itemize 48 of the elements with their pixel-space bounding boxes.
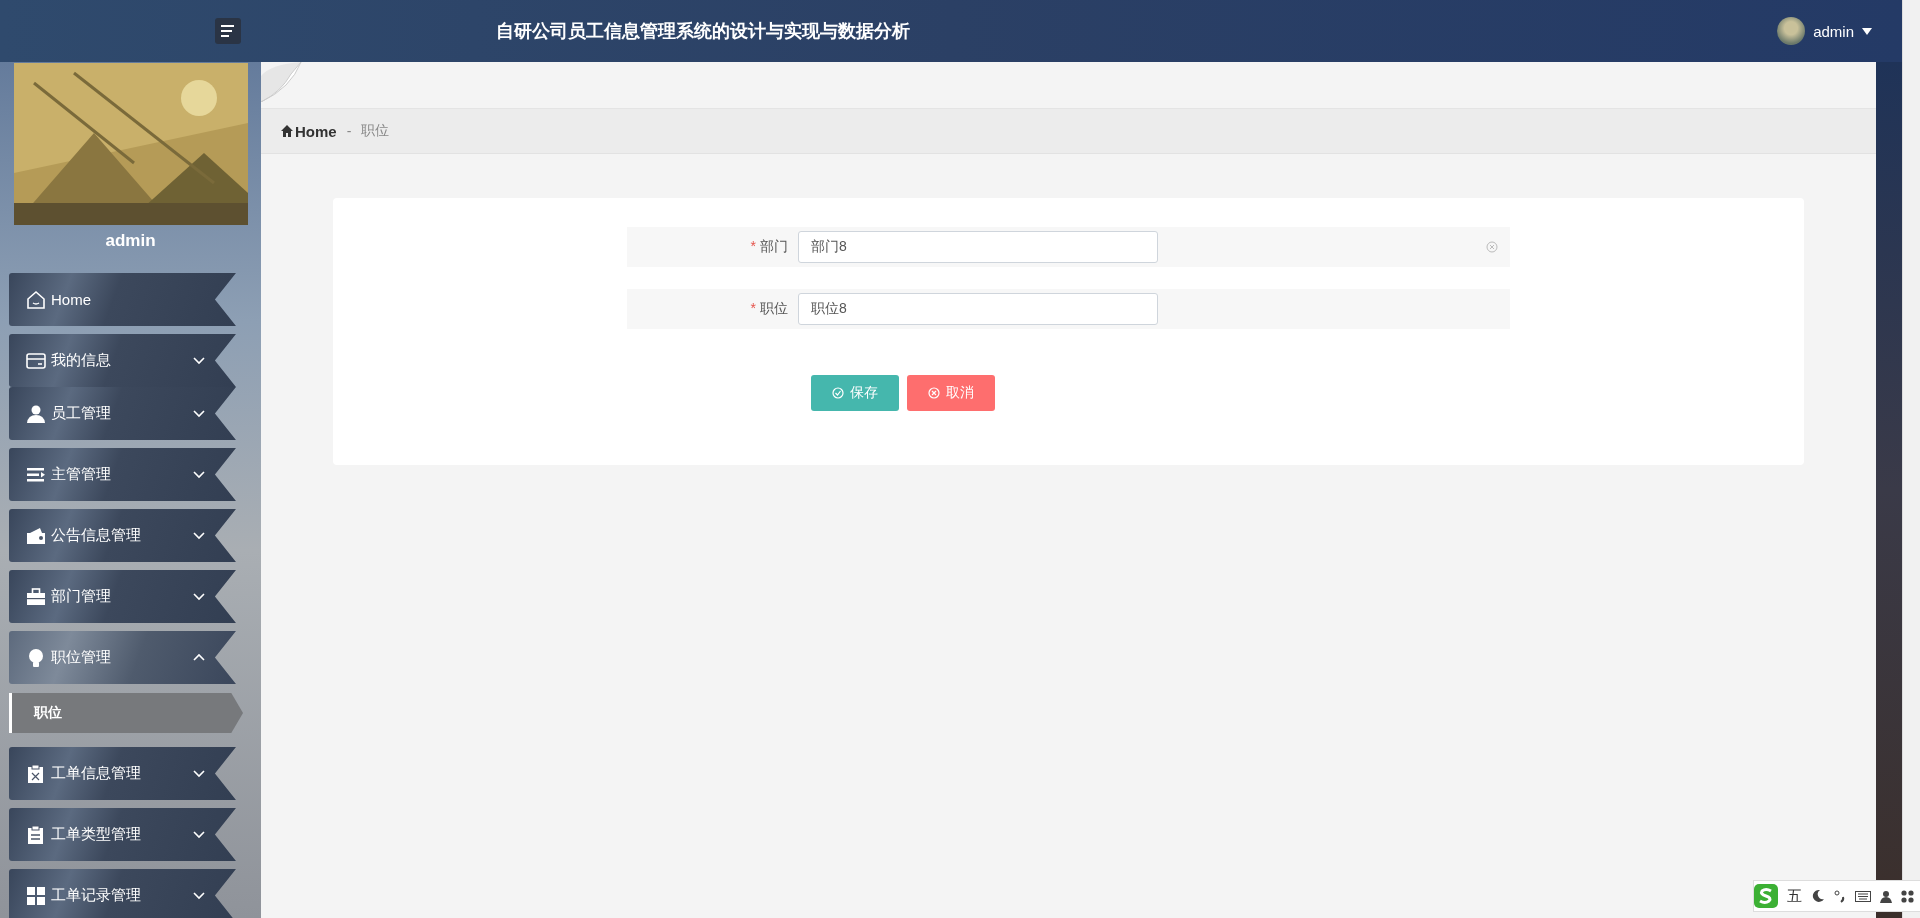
chevron-down-icon (193, 409, 205, 418)
user-icon (26, 403, 46, 424)
caret-icon (1862, 27, 1872, 35)
user-menu[interactable]: admin (1777, 17, 1902, 45)
required-mark: * (750, 238, 756, 256)
breadcrumb-link[interactable]: Home (281, 122, 337, 140)
menu-icon (221, 25, 235, 37)
check-circle-icon (832, 387, 844, 399)
menu-toggle-button[interactable] (215, 18, 241, 44)
chevron-down-icon (193, 592, 205, 601)
scrollbar[interactable] (1902, 0, 1920, 918)
breadcrumb-item: 职位 (361, 122, 390, 140)
close-circle-icon (928, 387, 940, 399)
field-label: 部门 (760, 238, 788, 256)
field-label: 职位 (760, 300, 788, 318)
input-field[interactable]: 职位8 (798, 293, 1158, 325)
ime-mode-label: 五 (1787, 886, 1802, 906)
moon-icon (1811, 889, 1825, 903)
required-mark: * (750, 300, 756, 318)
sidebar-submenu-item[interactable]: 职位 (9, 693, 243, 733)
chevron-down-icon (193, 470, 205, 479)
clipboard-icon (26, 824, 46, 845)
ime-logo-icon (1754, 884, 1778, 908)
profile-name: admin (105, 231, 156, 251)
home-icon (281, 125, 293, 137)
briefcase-icon (26, 586, 46, 607)
chevron-down-icon (193, 891, 205, 900)
clipboard-icon (26, 763, 46, 784)
chevron-down-icon (193, 830, 205, 839)
clear-icon (1486, 241, 1498, 253)
wallet-icon (26, 525, 46, 546)
keyboard-icon (1855, 889, 1871, 903)
punctuation-icon (1834, 889, 1846, 903)
input-field[interactable]: 部门8 (798, 231, 1158, 263)
apps-icon (1901, 889, 1914, 903)
avatar-icon (1777, 17, 1806, 45)
grid-icon (26, 885, 46, 906)
breadcrumb-separator: - (346, 123, 352, 139)
ime-toolbar[interactable]: 五 (1753, 880, 1920, 912)
home-icon (26, 289, 46, 310)
user-icon (1880, 889, 1892, 903)
chevron-down-icon (193, 531, 205, 540)
chevron-down-icon (193, 769, 205, 778)
system-title: 自研公司员工信息管理系统的设计与实现与数据分析 (495, 20, 911, 43)
lightbulb-icon (26, 647, 46, 668)
card-icon (26, 350, 46, 371)
chevron-down-icon (193, 356, 205, 365)
chevron-up-icon (193, 653, 205, 662)
